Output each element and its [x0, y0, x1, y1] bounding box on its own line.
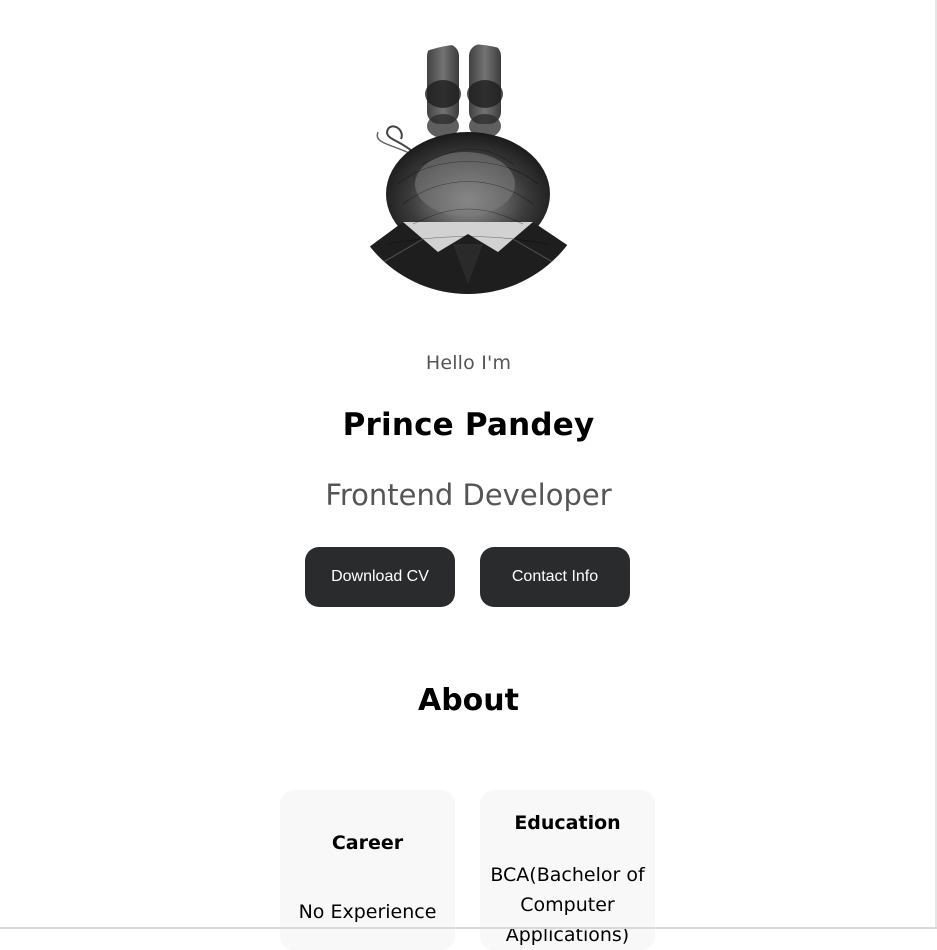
career-card-text: No Experience: [298, 901, 437, 923]
education-card-text: BCA(Bachelor of Computer Applications): [490, 864, 645, 946]
profile-name: Prince Pandey: [342, 407, 595, 443]
education-card: Education BCA(Bachelor of Computer Appli…: [480, 790, 655, 950]
download-cv-button[interactable]: Download CV: [305, 547, 455, 607]
about-section-title: About: [417, 683, 519, 718]
profile-role: Frontend Developer: [325, 478, 612, 512]
education-card-title: Education: [514, 812, 621, 834]
contact-info-button[interactable]: Contact Info: [480, 547, 630, 607]
career-card-title: Career: [331, 832, 404, 854]
greeting-text: Hello I'm: [425, 352, 512, 374]
profile-avatar: [343, 44, 593, 300]
portfolio-page: Hello I'm Prince Pandey Frontend Develop…: [0, 0, 937, 950]
hero-buttons: Download CV Contact Info: [305, 547, 630, 607]
career-card: Career No Experience: [280, 790, 455, 950]
